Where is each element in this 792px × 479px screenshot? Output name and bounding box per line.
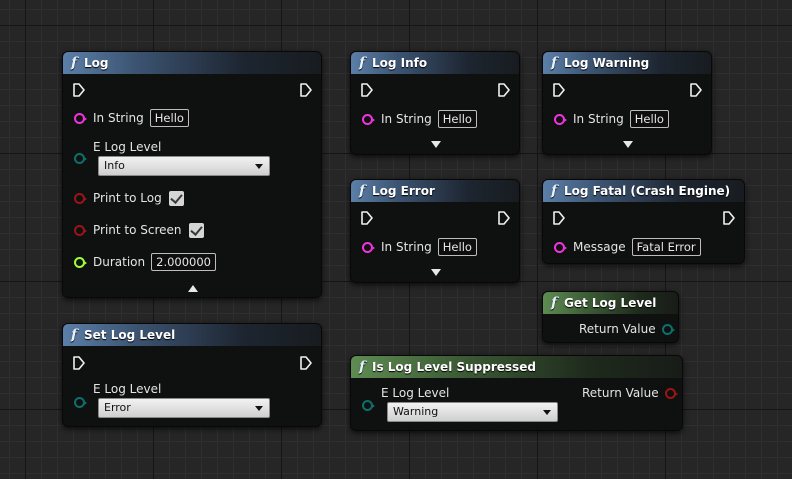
exec-in-pin-icon[interactable] (553, 83, 565, 97)
string-pin-icon[interactable] (554, 241, 567, 253)
print-to-screen-checkbox[interactable] (188, 222, 204, 238)
message-label: Message (573, 240, 626, 254)
log-level-label: E Log Level (93, 382, 162, 396)
log-level-dropdown[interactable]: Warning (387, 402, 558, 422)
exec-out-pin-icon[interactable] (300, 83, 312, 97)
enum-pin-icon[interactable] (74, 397, 87, 408)
expand-arrow-icon[interactable] (431, 141, 441, 148)
get-log-level-node[interactable]: f Get Log Level Return Value (542, 291, 679, 343)
in-string-label: In String (381, 112, 432, 126)
log-level-value: Error (104, 401, 131, 414)
is-log-level-suppressed-node[interactable]: f Is Log Level Suppressed E Log Level Wa… (350, 355, 683, 431)
log-info-node[interactable]: f Log Info In String Hello (350, 51, 520, 155)
log-fatal-node-header[interactable]: f Log Fatal (Crash Engine) (543, 180, 744, 202)
log-level-value: Info (104, 159, 125, 172)
expand-arrow-icon[interactable] (623, 141, 633, 148)
enum-pin-icon[interactable] (661, 323, 675, 335)
duration-input[interactable]: 2.000000 (151, 253, 216, 271)
exec-in-pin-icon[interactable] (361, 211, 373, 225)
node-title: Is Log Level Suppressed (372, 360, 536, 374)
log-level-dropdown[interactable]: Error (98, 398, 270, 418)
exec-out-pin-icon[interactable] (498, 211, 510, 225)
in-string-input[interactable]: Hello (629, 110, 669, 128)
return-value-label: Return Value (582, 386, 659, 400)
in-string-label: In String (381, 240, 432, 254)
log-node-header[interactable]: f Log (63, 52, 321, 74)
exec-out-pin-icon[interactable] (690, 83, 702, 97)
is-suppressed-node-header[interactable]: f Is Log Level Suppressed (351, 356, 682, 378)
function-icon: f (358, 359, 366, 375)
exec-in-pin-icon[interactable] (73, 83, 85, 97)
function-icon: f (358, 55, 366, 71)
set-log-level-node[interactable]: f Set Log Level E Log Level Error (62, 323, 322, 427)
return-value-label: Return Value (579, 322, 656, 336)
node-title: Get Log Level (564, 296, 657, 310)
collapse-arrow-icon[interactable] (188, 285, 198, 292)
string-pin-icon[interactable] (554, 113, 567, 125)
log-node[interactable]: f Log In String Hello E Log Level Info P… (62, 51, 322, 298)
log-level-value: Warning (393, 405, 439, 418)
exec-out-pin-icon[interactable] (300, 356, 312, 370)
bool-pin-icon[interactable] (74, 224, 87, 236)
print-to-log-label: Print to Log (93, 191, 162, 205)
enum-pin-icon[interactable] (74, 153, 87, 164)
node-title: Log Fatal (Crash Engine) (564, 184, 731, 198)
in-string-input[interactable]: Hello (437, 238, 477, 256)
function-icon: f (70, 327, 78, 343)
log-level-label: E Log Level (381, 386, 450, 400)
in-string-input[interactable]: Hello (437, 110, 477, 128)
string-pin-icon[interactable] (362, 113, 375, 125)
function-icon: f (550, 183, 558, 199)
enum-pin-icon[interactable] (362, 400, 375, 411)
node-title: Log Warning (564, 56, 650, 70)
print-to-log-checkbox[interactable] (168, 190, 184, 206)
log-error-node-header[interactable]: f Log Error (351, 180, 519, 202)
exec-out-pin-icon[interactable] (723, 211, 735, 225)
node-title: Log (84, 56, 109, 70)
node-title: Set Log Level (84, 328, 176, 342)
in-string-label: In String (573, 112, 624, 126)
function-icon: f (358, 183, 366, 199)
function-icon: f (550, 295, 558, 311)
expand-arrow-icon[interactable] (431, 269, 441, 276)
string-pin-icon[interactable] (74, 112, 87, 124)
function-icon: f (550, 55, 558, 71)
get-log-level-node-header[interactable]: f Get Log Level (543, 292, 678, 314)
string-pin-icon[interactable] (362, 241, 375, 253)
bool-pin-icon[interactable] (664, 387, 678, 399)
duration-label: Duration (93, 255, 146, 269)
log-fatal-node[interactable]: f Log Fatal (Crash Engine) Message Fatal… (542, 179, 745, 264)
log-level-dropdown[interactable]: Info (98, 156, 270, 176)
print-to-screen-label: Print to Screen (93, 223, 182, 237)
log-warning-node[interactable]: f Log Warning In String Hello (542, 51, 712, 155)
in-string-label: In String (93, 111, 144, 125)
set-log-level-node-header[interactable]: f Set Log Level (63, 324, 321, 346)
node-title: Log Info (372, 56, 428, 70)
float-pin-icon[interactable] (74, 256, 87, 268)
function-icon: f (70, 55, 78, 71)
exec-in-pin-icon[interactable] (553, 211, 565, 225)
exec-in-pin-icon[interactable] (361, 83, 373, 97)
log-level-label: E Log Level (93, 140, 162, 154)
log-error-node[interactable]: f Log Error In String Hello (350, 179, 520, 283)
in-string-input[interactable]: Hello (149, 109, 189, 127)
message-input[interactable]: Fatal Error (631, 238, 701, 256)
exec-out-pin-icon[interactable] (498, 83, 510, 97)
bool-pin-icon[interactable] (74, 192, 87, 204)
node-title: Log Error (372, 184, 435, 198)
log-info-node-header[interactable]: f Log Info (351, 52, 519, 74)
log-warning-node-header[interactable]: f Log Warning (543, 52, 711, 74)
exec-in-pin-icon[interactable] (73, 356, 85, 370)
